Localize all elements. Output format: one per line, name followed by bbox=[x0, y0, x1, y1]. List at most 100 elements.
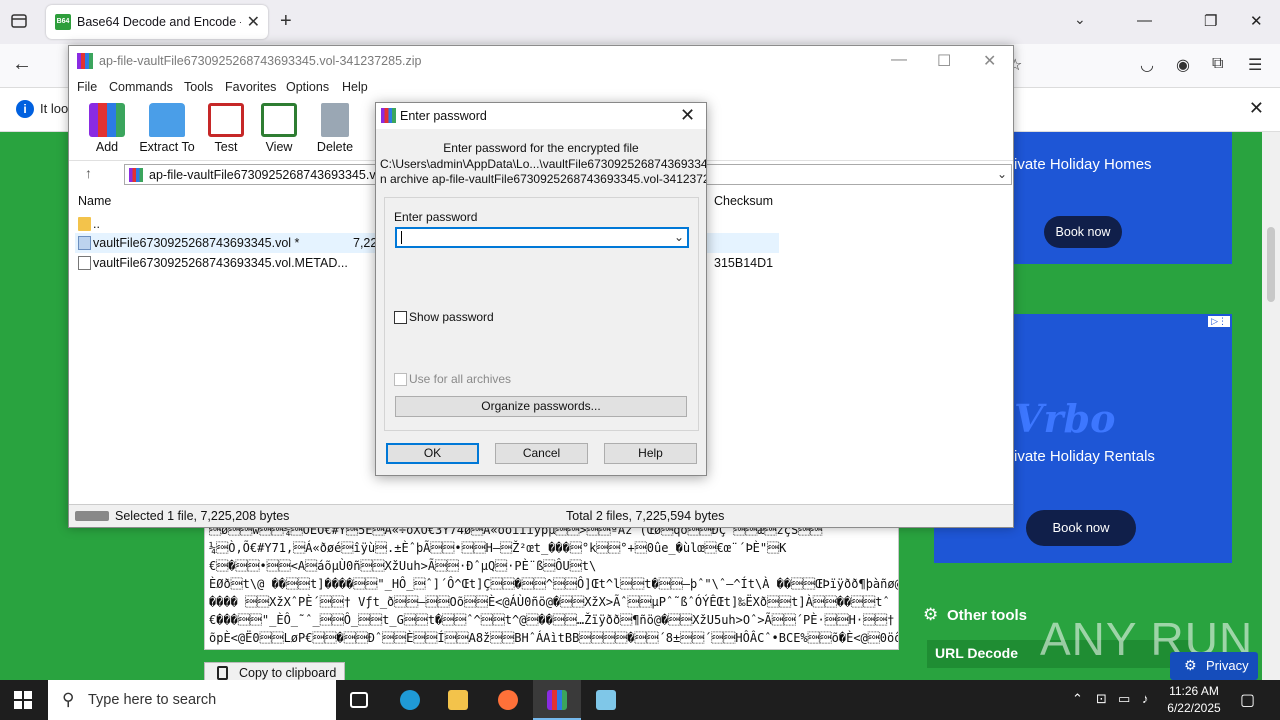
notification-close-icon[interactable]: ✕ bbox=[1249, 98, 1264, 119]
add-archive-icon bbox=[89, 103, 125, 137]
menu-tools[interactable]: Tools bbox=[184, 80, 213, 94]
password-group: Enter password ⌄ Show password Use for a… bbox=[384, 197, 699, 431]
menu-help[interactable]: Help bbox=[342, 80, 368, 94]
up-arrow-icon[interactable]: ↑ bbox=[85, 165, 92, 181]
chevron-down-icon[interactable]: ⌄ bbox=[1074, 11, 1086, 28]
add-label: Add bbox=[95, 140, 119, 154]
ok-button[interactable]: OK bbox=[386, 443, 479, 464]
file-size: 7,22 bbox=[353, 236, 378, 250]
tab-title: Base64 Decode and Encode - O bbox=[77, 15, 241, 29]
delete-label: Delete bbox=[316, 140, 354, 154]
column-header-checksum[interactable]: Checksum bbox=[714, 194, 773, 208]
help-button[interactable]: Help bbox=[604, 443, 697, 464]
menu-file[interactable]: File bbox=[77, 80, 97, 94]
output-line: ���� XžXˆPÈ´† Vƒt_ð–OõÈ<@ÁÙ0ñö… bbox=[209, 595, 890, 609]
password-input[interactable]: ⌄ bbox=[395, 227, 689, 248]
copy-label: Copy to clipboard bbox=[239, 666, 337, 680]
status-total: Total 2 files, 7,225,594 bytes bbox=[566, 509, 725, 523]
file-name: vaultFile6730925268743693345.vol.METAD..… bbox=[93, 256, 348, 270]
minimize-icon[interactable]: — bbox=[1137, 12, 1152, 29]
network-icon[interactable]: ⊡ bbox=[1096, 691, 1107, 707]
tray-chevron-up-icon[interactable]: ⌃ bbox=[1072, 691, 1083, 707]
minimize-icon[interactable]: — bbox=[891, 51, 907, 69]
output-line: €�•<AáõµÙ0ñXžUuh>Ã­·ÐˆµQ·PÈ¨ß… bbox=[209, 559, 597, 573]
other-tools-title: Other tools bbox=[947, 607, 1028, 624]
view-button[interactable]: View bbox=[249, 100, 309, 156]
privacy-button[interactable]: ⚙ Privacy bbox=[1170, 652, 1258, 680]
output-line: õpÈ<@Ë0LøP€�ÐˆÈÍA8žBHˆÁAìt… bbox=[209, 631, 899, 645]
add-button[interactable]: Add bbox=[77, 100, 137, 156]
taskbar-winrar[interactable] bbox=[533, 680, 581, 720]
show-password-checkbox[interactable] bbox=[394, 311, 407, 324]
firefox-icon bbox=[498, 690, 518, 710]
tab-close-icon[interactable]: ✕ bbox=[247, 12, 260, 32]
monitor-icon[interactable]: ▭ bbox=[1118, 691, 1130, 707]
clock-date: 6/22/2025 bbox=[1167, 701, 1221, 715]
test-clipboard-icon bbox=[208, 103, 244, 137]
folder-icon bbox=[78, 217, 91, 231]
close-icon[interactable]: ✕ bbox=[1250, 12, 1263, 30]
close-icon[interactable]: ✕ bbox=[983, 51, 996, 71]
column-header-name[interactable]: Name bbox=[78, 194, 111, 208]
restore-icon[interactable]: ❐ bbox=[1204, 12, 1217, 30]
clock-time: 11:26 AM bbox=[1169, 684, 1219, 698]
use-for-all-label: Use for all archives bbox=[409, 372, 512, 386]
notification-center-icon[interactable]: ▢ bbox=[1240, 690, 1255, 710]
book-now-button[interactable]: Book now bbox=[1044, 216, 1122, 248]
menu-commands[interactable]: Commands bbox=[109, 80, 173, 94]
taskbar-firefox[interactable] bbox=[484, 680, 532, 720]
menu-options[interactable]: Options bbox=[286, 80, 329, 94]
organize-passwords-button[interactable]: Organize passwords... bbox=[395, 396, 687, 417]
file-icon bbox=[78, 256, 91, 270]
book-now-button[interactable]: Book now bbox=[1026, 510, 1136, 546]
extract-to-button[interactable]: Extract To bbox=[137, 100, 197, 156]
menu-hamburger-icon[interactable]: ☰ bbox=[1248, 55, 1262, 75]
status-selected: Selected 1 file, 7,225,208 bytes bbox=[115, 509, 290, 523]
volume-icon[interactable]: ♪ bbox=[1142, 691, 1149, 706]
page-scrollbar[interactable] bbox=[1262, 132, 1280, 680]
archive-icon bbox=[129, 168, 143, 182]
view-book-icon bbox=[261, 103, 297, 137]
decoded-output-textarea[interactable]: øw¼ÖËÕ€#Y5ÈÁ«÷ðXÕ€3Ý74øÁ«ððììiy… bbox=[204, 520, 899, 650]
extensions-icon[interactable]: ⧉ bbox=[1212, 55, 1223, 73]
trash-can-icon bbox=[321, 103, 349, 137]
windows-start-icon[interactable] bbox=[14, 691, 32, 709]
extract-to-label: Extract To bbox=[139, 140, 195, 154]
test-button[interactable]: Test bbox=[196, 100, 256, 156]
list-all-tabs-icon[interactable] bbox=[10, 12, 28, 30]
chevron-down-icon[interactable]: ⌄ bbox=[997, 167, 1007, 181]
enter-password-label: Enter password bbox=[394, 210, 478, 224]
taskbar-edge[interactable] bbox=[386, 680, 434, 720]
taskbar-app[interactable] bbox=[582, 680, 630, 720]
notepad-icon bbox=[596, 690, 616, 710]
chevron-down-icon[interactable]: ⌄ bbox=[674, 230, 684, 244]
adchoices-icon[interactable]: ▷⋮ bbox=[1208, 316, 1230, 327]
privacy-gear-icon: ⚙ bbox=[1184, 657, 1197, 673]
taskbar-search-box[interactable]: ⚲ Type here to search bbox=[48, 680, 336, 720]
delete-button[interactable]: Delete bbox=[305, 100, 365, 156]
dialog-file-path: C:\Users\admin\AppData\Lo...\vaultFile67… bbox=[380, 157, 706, 171]
winrar-title: ap-file-vaultFile6730925268743693345.vol… bbox=[99, 54, 422, 68]
account-icon[interactable]: ◉ bbox=[1176, 55, 1190, 75]
text-caret bbox=[401, 231, 402, 244]
maximize-icon[interactable]: ☐ bbox=[937, 51, 951, 71]
task-view-button[interactable] bbox=[336, 680, 384, 720]
cancel-button[interactable]: Cancel bbox=[495, 443, 588, 464]
new-tab-icon[interactable]: + bbox=[280, 10, 292, 33]
back-arrow-icon[interactable]: ← bbox=[12, 53, 32, 76]
taskbar-clock[interactable]: 11:26 AM 6/22/2025 bbox=[1160, 683, 1228, 717]
winrar-app-icon bbox=[381, 108, 396, 123]
menu-favorites[interactable]: Favorites bbox=[225, 80, 276, 94]
scrollbar-thumb[interactable] bbox=[1267, 227, 1275, 302]
gear-icon: ⚙ bbox=[923, 605, 939, 624]
tab-base64-decode[interactable]: B64 Base64 Decode and Encode - O ✕ bbox=[46, 5, 268, 39]
show-password-label[interactable]: Show password bbox=[409, 310, 494, 324]
pocket-icon[interactable]: ◡ bbox=[1140, 55, 1154, 75]
output-line: ¼Ò,Õ€#Y71,Á«ðøéîÿù.±ÈˆþÃ•H—Ž²œt… bbox=[209, 541, 787, 555]
base64-favicon-icon: B64 bbox=[55, 14, 71, 30]
dialog-title: Enter password bbox=[400, 109, 487, 123]
taskbar-file-explorer[interactable] bbox=[434, 680, 482, 720]
close-icon[interactable]: ✕ bbox=[680, 105, 695, 126]
winrar-titlebar[interactable]: ap-file-vaultFile6730925268743693345.vol… bbox=[69, 46, 1013, 76]
dialog-titlebar[interactable]: Enter password ✕ bbox=[376, 103, 706, 129]
